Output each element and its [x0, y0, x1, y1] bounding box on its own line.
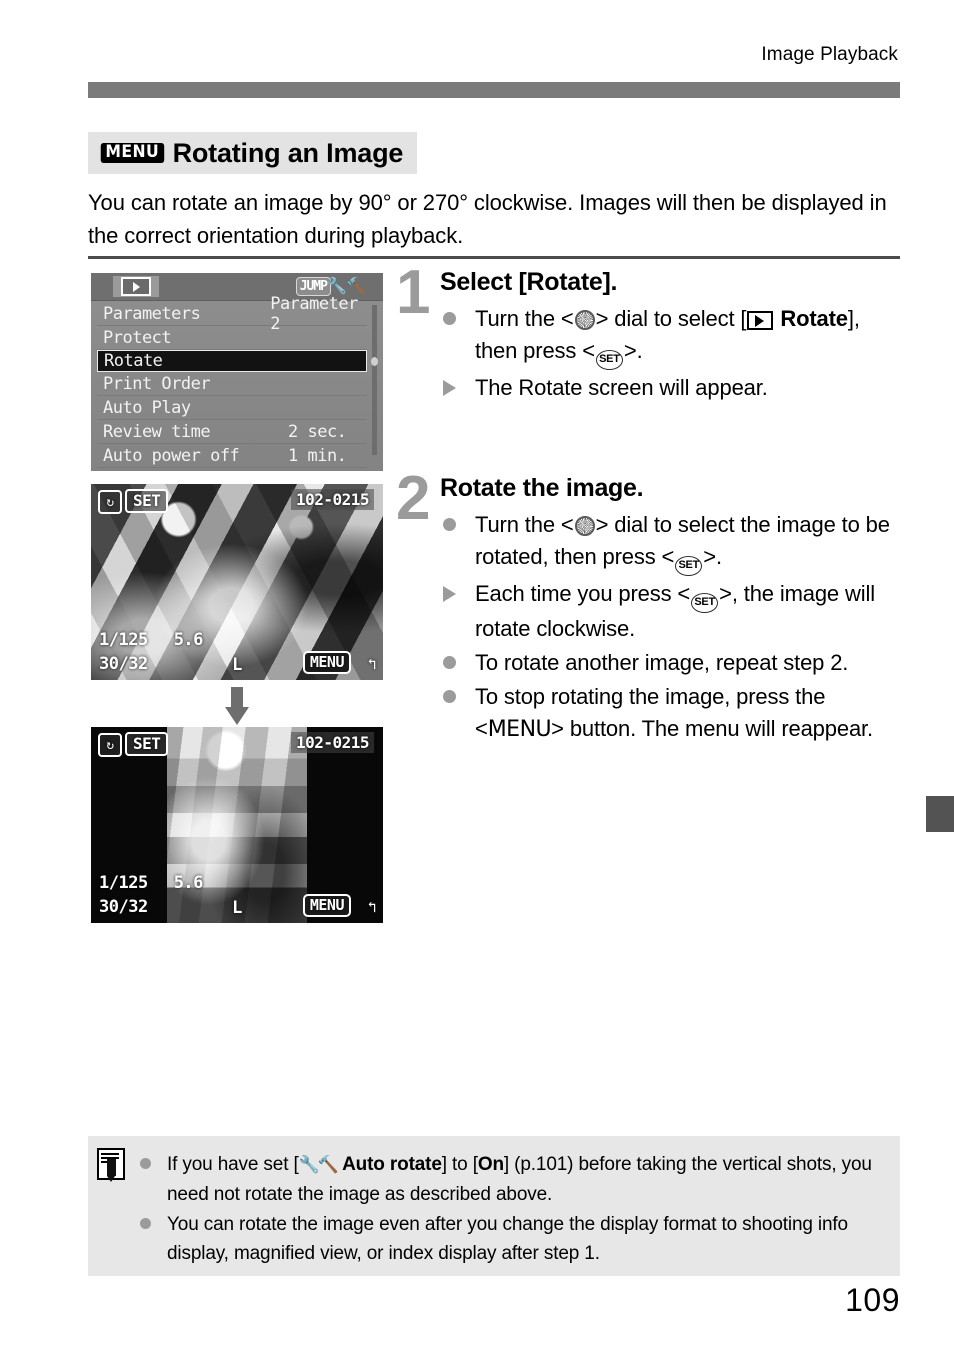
step-1: 1 Select [Rotate]. Turn the < > dial to s…	[396, 262, 906, 406]
page-number: 109	[845, 1282, 900, 1318]
header-rule	[88, 82, 900, 98]
page-title: Rotating an Image	[172, 137, 404, 168]
figure-menu-screen: JUMP 🔧🔨 Parameters Parameter 2 Protect R…	[91, 273, 383, 471]
section-heading: MENU Rotating an Image	[88, 132, 418, 174]
playback-icon	[747, 311, 774, 330]
bullet: The Rotate screen will appear.	[440, 372, 906, 404]
intro-divider	[88, 256, 900, 259]
lcd-photo-before: ↻ SET 102-0215 1/125 5.6 30/32 L MENU ↰	[91, 484, 383, 680]
menu-button-label: MENU	[487, 717, 552, 742]
bullet: To rotate another image, repeat step 2.	[440, 647, 906, 679]
set-icon: SET	[675, 556, 703, 576]
set-label-after: SET	[125, 732, 169, 756]
menu-row-label: Parameters	[103, 303, 201, 324]
menu-row-value: 2 sec.	[288, 421, 347, 442]
bullet-triangle-marker	[443, 372, 456, 404]
menu-row-label: Rotate	[104, 351, 163, 371]
bullet-text: Turn the < > dial to select the image to …	[475, 512, 890, 576]
menu-label-before: MENU	[302, 651, 351, 674]
bullet-triangle-marker	[443, 578, 456, 610]
menu-row-print-order: Print Order	[97, 372, 367, 396]
bullet: Each time you press < SET >, the image wil…	[440, 578, 906, 645]
lcd-menu-list: Parameters Parameter 2 Protect Rotate Pr…	[91, 294, 383, 471]
step-2: 2 Rotate the image. Turn the < > dial to …	[396, 468, 906, 748]
menu-row-label: Review time	[103, 421, 211, 442]
step-1-number: 1	[396, 258, 431, 327]
lcd-scrollbar	[371, 305, 378, 455]
playback-tab-icon	[113, 276, 159, 297]
dial-icon	[574, 310, 595, 330]
bullet-dot-marker	[443, 303, 456, 335]
return-icon: ↰	[367, 655, 376, 673]
set-label-before: SET	[125, 489, 169, 513]
note-dot-marker	[140, 1150, 151, 1179]
step-2-number: 2	[396, 464, 431, 533]
return-icon: ↰	[367, 898, 376, 916]
bullet-text: To rotate another image, repeat step 2.	[475, 650, 849, 675]
dial-icon	[574, 516, 595, 536]
intro-paragraph: You can rotate an image by 90° or 270° c…	[88, 190, 887, 248]
note-dot-marker	[140, 1210, 151, 1239]
menu-row-protect: Protect	[97, 326, 367, 350]
file-number-before: 102-0215	[290, 489, 374, 510]
menu-row-auto-play: Auto Play	[97, 396, 367, 420]
figure-photo-before-rotation: ↻ SET 102-0215 1/125 5.6 30/32 L MENU ↰	[91, 484, 383, 680]
menu-row-label: Auto power off	[103, 445, 240, 466]
note-item: You can rotate the image even after you …	[136, 1210, 881, 1268]
menu-row-label: Print Order	[103, 373, 211, 394]
file-number-after: 102-0215	[290, 732, 374, 753]
menu-row-label: Auto Play	[103, 397, 191, 418]
bullet-text: Turn the < > dial to select [ Rotate], th…	[475, 306, 860, 370]
quality-indicator-after: L	[232, 898, 242, 918]
bullet-text: To stop rotating the image, press the <M…	[475, 684, 873, 742]
lcd-photo-after: ↻ SET 102-0215 1/125 5.6 30/32 L MENU ↰	[91, 727, 383, 923]
menu-row-label: Protect	[103, 327, 172, 348]
shutter-speed: 1/125	[99, 873, 148, 893]
step-1-title: Select [Rotate].	[440, 268, 618, 296]
note-box: If you have set [🔧🔨 Auto rotate] to [On]…	[88, 1136, 900, 1276]
menu-badge-icon: MENU	[100, 142, 164, 164]
step-2-title: Rotate the image.	[440, 474, 644, 502]
bullet-dot-marker	[443, 681, 456, 713]
lcd-menu: JUMP 🔧🔨 Parameters Parameter 2 Protect R…	[91, 273, 383, 471]
aperture: 5.6	[173, 873, 204, 893]
set-icon: SET	[691, 593, 719, 613]
frame-counter-before: 30/32	[99, 654, 148, 674]
exposure-readout-before: 1/125 5.6	[99, 630, 203, 650]
note-pencil-icon	[97, 1148, 125, 1182]
bullet-dot-marker	[443, 509, 456, 541]
frame-counter-after: 30/32	[99, 897, 148, 917]
menu-row-auto-power-off: Auto power off 1 min.	[97, 444, 367, 468]
rotate-icon: ↻	[98, 733, 122, 757]
bullet-text: Each time you press < SET >, the image wil…	[475, 581, 875, 641]
down-arrow-icon	[225, 687, 249, 725]
step-2-bullets: Turn the < > dial to select the image to …	[440, 509, 906, 746]
shutter-speed: 1/125	[99, 630, 148, 650]
running-head: Image Playback	[761, 44, 898, 65]
note-text: You can rotate the image even after you …	[167, 1214, 848, 1264]
quality-indicator-before: L	[232, 655, 242, 675]
figure-photo-after-rotation: ↻ SET 102-0215 1/125 5.6 30/32 L MENU ↰	[91, 727, 383, 923]
step-1-bullets: Turn the < > dial to select [ Rotate], th…	[440, 303, 906, 404]
bullet-dot-marker	[443, 647, 456, 679]
note-text: If you have set [🔧🔨 Auto rotate] to [On]…	[167, 1154, 872, 1205]
menu-row-rotate-selected: Rotate	[97, 350, 367, 372]
menu-row-review-time: Review time 2 sec.	[97, 420, 367, 444]
chapter-side-tab	[926, 796, 954, 832]
aperture: 5.6	[173, 630, 204, 650]
bullet: Turn the < > dial to select [ Rotate], th…	[440, 303, 906, 370]
menu-row-value: 1 min.	[288, 445, 347, 466]
setup-tools-icon: 🔧🔨	[298, 1155, 339, 1175]
rotate-icon: ↻	[98, 490, 122, 514]
bullet: Turn the < > dial to select the image to …	[440, 509, 906, 576]
bullet-text: The Rotate screen will appear.	[475, 375, 768, 400]
bullet: To stop rotating the image, press the <M…	[440, 681, 906, 746]
note-list: If you have set [🔧🔨 Auto rotate] to [On]…	[136, 1150, 881, 1269]
exposure-readout-after: 1/125 5.6	[99, 873, 203, 893]
set-icon: SET	[595, 350, 623, 370]
menu-label-after: MENU	[302, 894, 351, 917]
menu-row-parameters: Parameters Parameter 2	[97, 294, 367, 334]
note-item: If you have set [🔧🔨 Auto rotate] to [On]…	[136, 1150, 881, 1209]
